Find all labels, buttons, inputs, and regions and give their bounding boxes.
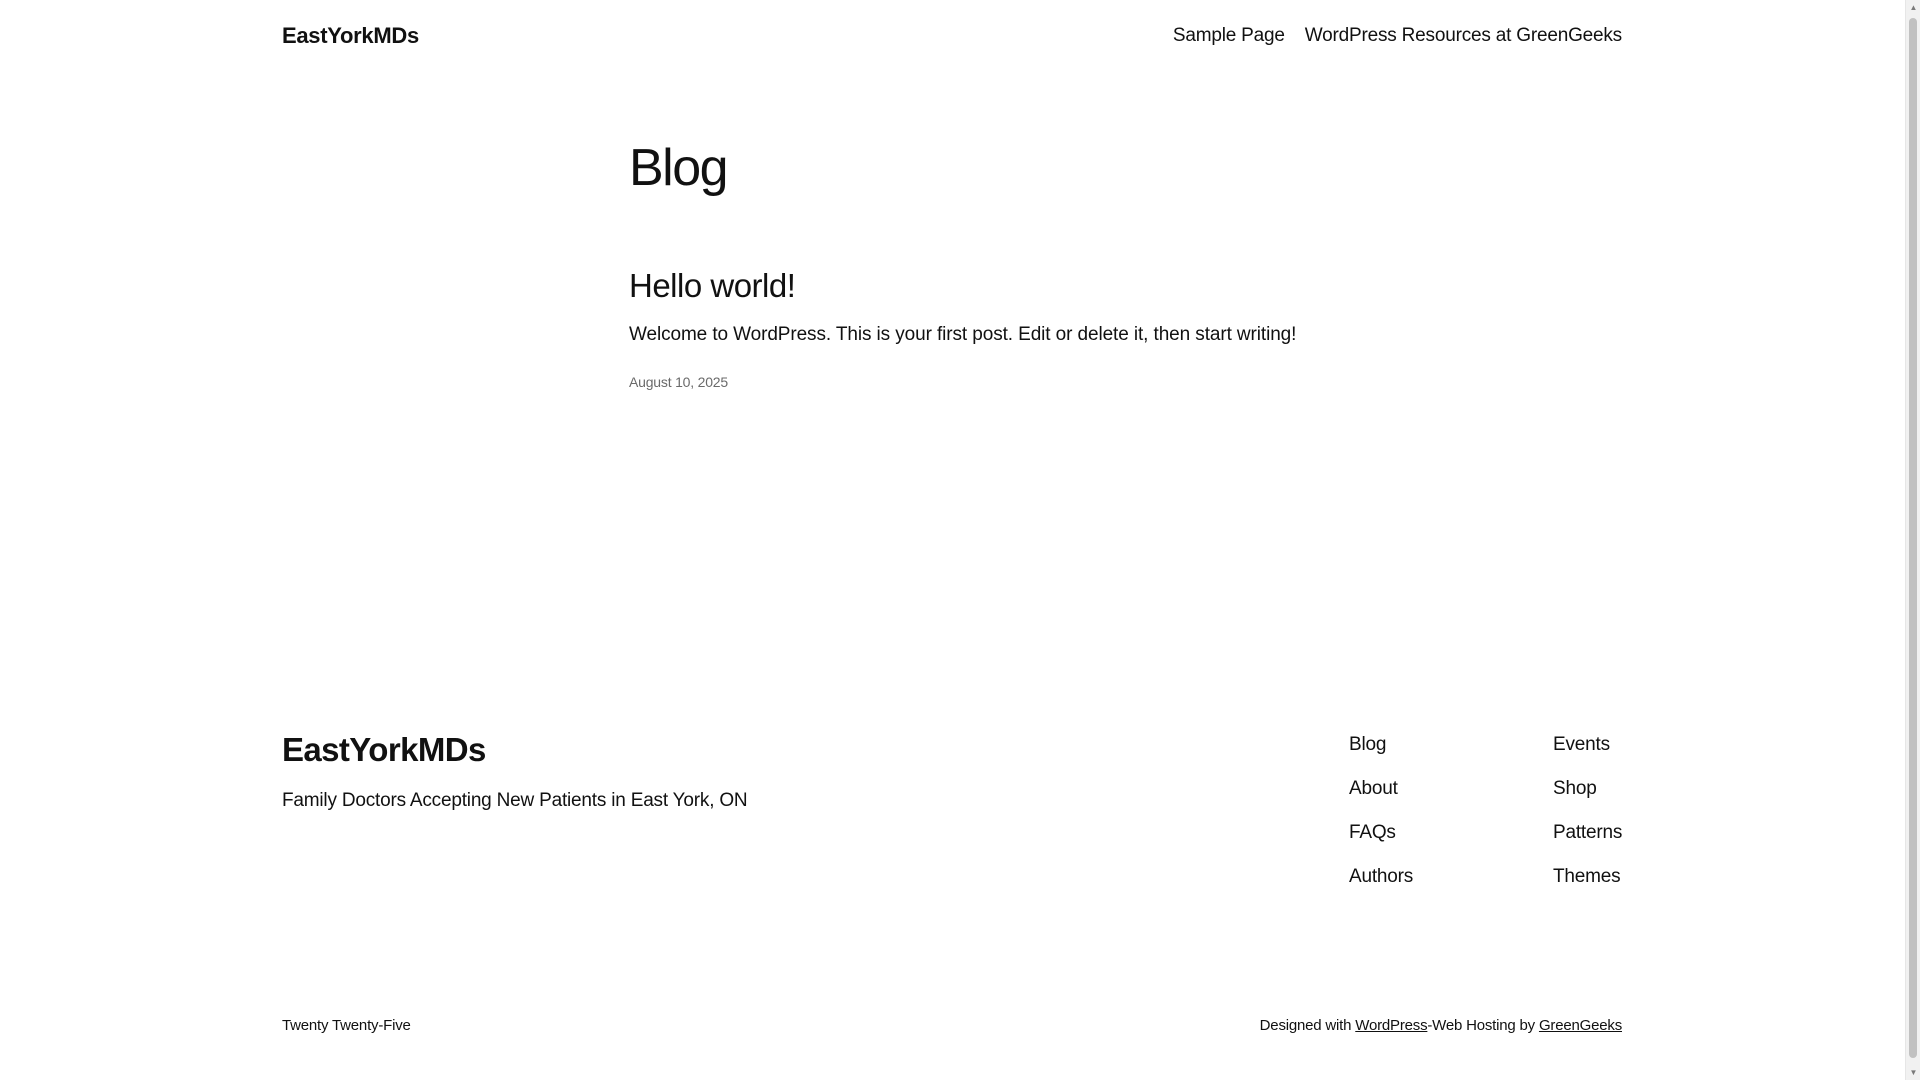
scroll-down-arrow-icon[interactable]: ▼ <box>1906 1065 1920 1080</box>
footer-brand: EastYorkMDs Family Doctors Accepting New… <box>282 726 748 812</box>
credits-greengeeks-link[interactable]: GreenGeeks <box>1539 1017 1622 1034</box>
post-date-link[interactable]: August 10, 2025 <box>629 374 728 390</box>
footer-nav-column-2: Events Shop Patterns Themes <box>1553 726 1622 890</box>
scroll-up-arrow-icon[interactable]: ▲ <box>1906 0 1920 15</box>
footer-nav-patterns[interactable]: Patterns <box>1553 820 1622 846</box>
post-item: Hello world! Welcome to WordPress. This … <box>629 264 1389 390</box>
credits-designed-with: Designed with <box>1259 1017 1356 1034</box>
credits-wordpress-link[interactable]: WordPress <box>1355 1017 1427 1034</box>
header-nav: Sample Page WordPress Resources at Green… <box>1173 25 1622 47</box>
footer-site-title-link[interactable]: EastYorkMDs <box>282 731 486 768</box>
post-title: Hello world! <box>629 264 1389 308</box>
vertical-scrollbar[interactable]: ▲ ▼ <box>1905 0 1920 1080</box>
footer-tagline: Family Doctors Accepting New Patients in… <box>282 790 748 811</box>
page-title: Blog <box>629 139 729 197</box>
footer-site-title: EastYorkMDs <box>282 726 747 774</box>
footer-nav-about[interactable]: About <box>1349 776 1413 802</box>
site-title-link[interactable]: EastYorkMDs <box>282 23 419 49</box>
site-header: EastYorkMDs Sample Page WordPress Resour… <box>282 16 1622 56</box>
page: EastYorkMDs Sample Page WordPress Resour… <box>0 0 1905 1080</box>
nav-sample-page[interactable]: Sample Page <box>1173 25 1285 47</box>
footer-nav-events[interactable]: Events <box>1553 732 1622 758</box>
footer-nav-blog[interactable]: Blog <box>1349 732 1413 758</box>
theme-name: Twenty Twenty-Five <box>282 1017 411 1034</box>
footer-bottom-bar: Twenty Twenty-Five Designed with WordPre… <box>282 1017 1622 1034</box>
main-content: Blog Hello world! Welcome to WordPress. … <box>629 132 1389 390</box>
post-excerpt: Welcome to WordPress. This is your first… <box>629 324 1297 345</box>
footer-nav-column-1: Blog About FAQs Authors <box>1349 726 1413 890</box>
footer-nav-themes[interactable]: Themes <box>1553 864 1622 890</box>
footer-nav-faqs[interactable]: FAQs <box>1349 820 1413 846</box>
footer-nav-authors[interactable]: Authors <box>1349 864 1413 890</box>
nav-wordpress-resources[interactable]: WordPress Resources at GreenGeeks <box>1305 25 1622 47</box>
credits-hosting-text: -Web Hosting by <box>1427 1017 1539 1034</box>
post-date: August 10, 2025 <box>629 374 1389 390</box>
site-footer: EastYorkMDs Family Doctors Accepting New… <box>282 726 1622 906</box>
footer-nav-shop[interactable]: Shop <box>1553 776 1622 802</box>
footer-credits: Designed with WordPress-Web Hosting by G… <box>1259 1017 1623 1034</box>
scrollbar-thumb[interactable] <box>1909 18 1917 1058</box>
post-title-link[interactable]: Hello world! <box>629 267 796 304</box>
